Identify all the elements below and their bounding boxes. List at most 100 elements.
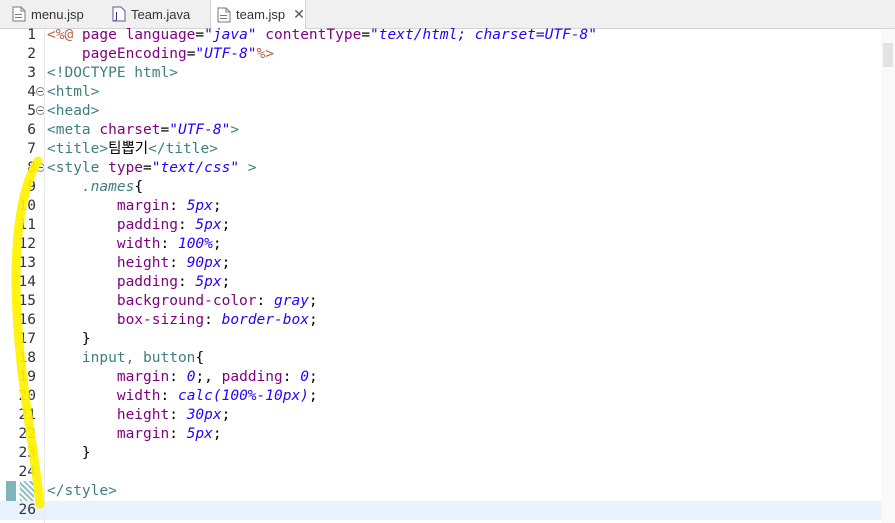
code-text: pageEncoding="UTF-8"%> xyxy=(47,45,274,64)
code-token: box-sizing xyxy=(116,312,205,328)
tab-menu-jsp[interactable]: menu.jsp xyxy=(6,0,106,28)
code-line[interactable]: 23 } xyxy=(0,444,895,463)
code-line[interactable]: 13 height: 90px; xyxy=(0,254,895,273)
tab-label: menu.jsp xyxy=(31,6,84,22)
code-token: width xyxy=(116,236,161,252)
code-line[interactable]: 22 margin: 5px; xyxy=(0,425,895,444)
code-token: 100% xyxy=(177,236,213,252)
code-text: background-color: gray; xyxy=(47,292,318,311)
code-token: .names xyxy=(81,179,135,195)
code-token: 5px xyxy=(186,426,213,442)
code-line[interactable]: 6 <meta charset="UTF-8"> xyxy=(0,121,895,140)
code-token: : xyxy=(169,426,187,442)
code-line[interactable]: 5 <head> xyxy=(0,102,895,121)
code-token: padding xyxy=(116,274,178,290)
code-token: > xyxy=(239,160,257,176)
code-token: "UTF-8" xyxy=(195,46,257,62)
code-token: margin xyxy=(116,198,170,214)
code-text: height: 90px; xyxy=(47,254,231,273)
code-text: padding: 5px; xyxy=(47,216,231,235)
code-text: input, button{ xyxy=(47,349,204,368)
code-token: ; xyxy=(221,217,231,233)
code-token: { xyxy=(195,350,205,366)
code-text: <%@ page language="java" contentType="te… xyxy=(47,26,597,45)
code-line[interactable]: 10 margin: 5px; xyxy=(0,197,895,216)
code-line[interactable]: 8 <style type="text/css" > xyxy=(0,159,895,178)
editor-tab-bar: menu.jsp J Team.java team.jsp ✕ xyxy=(0,0,895,29)
code-token: height xyxy=(116,407,170,423)
code-token: ; xyxy=(212,198,222,214)
code-line[interactable]: 16 box-sizing: border-box; xyxy=(0,311,895,330)
code-line[interactable]: 15 background-color: gray; xyxy=(0,292,895,311)
code-token: ; xyxy=(308,312,318,328)
code-token: : xyxy=(160,388,178,404)
code-token: "UTF-8" xyxy=(169,122,231,138)
code-token: ; xyxy=(221,407,231,423)
code-line[interactable]: 11 padding: 5px; xyxy=(0,216,895,235)
code-token: page xyxy=(81,27,126,43)
code-line[interactable]: 26 xyxy=(0,501,895,520)
code-token: : xyxy=(169,198,187,214)
code-token: "text/css" xyxy=(151,160,240,176)
code-line[interactable]: 2 pageEncoding="UTF-8"%> xyxy=(0,45,895,64)
code-editor[interactable]: 1 <%@ page language="java" contentType="t… xyxy=(0,26,895,523)
jsp-file-icon xyxy=(217,7,231,22)
code-token: = xyxy=(143,160,152,176)
code-token: pageEncoding xyxy=(81,46,187,62)
code-token: ; xyxy=(308,293,318,309)
tab-label: team.jsp xyxy=(236,7,286,22)
close-icon[interactable]: ✕ xyxy=(293,6,305,23)
code-text: <title>팀뽑기</title> xyxy=(47,140,218,159)
code-token: : xyxy=(169,407,187,423)
code-token: ; xyxy=(308,369,318,385)
code-line[interactable]: 1 <%@ page language="java" contentType="t… xyxy=(0,26,895,45)
code-token: 5px xyxy=(195,217,222,233)
code-line[interactable]: 19 margin: 0;, padding: 0; xyxy=(0,368,895,387)
code-line[interactable]: 25</style> xyxy=(0,482,895,501)
code-line[interactable]: 12 width: 100%; xyxy=(0,235,895,254)
code-line[interactable]: 17 } xyxy=(0,330,895,349)
code-line[interactable]: 4 <html> xyxy=(0,83,895,102)
code-token: %> xyxy=(256,46,274,62)
tab-team-jsp[interactable]: team.jsp ✕ xyxy=(210,0,306,29)
code-token: ; xyxy=(221,255,231,271)
scrollbar-thumb[interactable] xyxy=(883,43,893,67)
code-line[interactable]: 7 <title>팀뽑기</title> xyxy=(0,140,895,159)
yellow-highlighter-stroke xyxy=(11,156,45,509)
code-token: </title> xyxy=(148,141,218,157)
tab-team-java[interactable]: J Team.java xyxy=(106,0,210,28)
code-token: gray xyxy=(274,293,309,309)
code-token: margin xyxy=(116,369,170,385)
code-token: contentType xyxy=(265,27,362,43)
code-token: = xyxy=(361,27,371,43)
code-line[interactable]: 21 height: 30px; xyxy=(0,406,895,425)
code-token: charset xyxy=(99,122,161,138)
code-line[interactable]: 20 width: calc(100%-10px); xyxy=(0,387,895,406)
code-token: > xyxy=(230,122,240,138)
code-text: padding: 5px; xyxy=(47,273,231,292)
code-line[interactable]: 9 .names{ xyxy=(0,178,895,197)
code-token: ;, xyxy=(195,369,222,385)
code-token: ; xyxy=(212,236,222,252)
code-line[interactable]: 3 <!DOCTYPE html> xyxy=(0,64,895,83)
code-token: margin xyxy=(116,426,170,442)
code-text: height: 30px; xyxy=(47,406,231,425)
code-line[interactable]: 14 padding: 5px; xyxy=(0,273,895,292)
code-token: : xyxy=(177,217,196,233)
code-token: : xyxy=(169,369,187,385)
code-line[interactable]: 18 input, button{ xyxy=(0,349,895,368)
code-token: background-color xyxy=(116,293,257,309)
code-token: language xyxy=(125,27,196,43)
code-token: = xyxy=(195,27,205,43)
code-token: border-box xyxy=(221,312,309,328)
code-token: width xyxy=(116,388,161,404)
vertical-scrollbar[interactable] xyxy=(881,29,895,523)
java-file-icon: J xyxy=(112,6,126,22)
code-token: 5px xyxy=(186,198,213,214)
code-line[interactable]: 24 xyxy=(0,463,895,482)
code-token: ; xyxy=(221,274,231,290)
code-token: { xyxy=(134,179,144,195)
code-text: width: calc(100%-10px); xyxy=(47,387,318,406)
code-token: 90px xyxy=(186,255,222,271)
